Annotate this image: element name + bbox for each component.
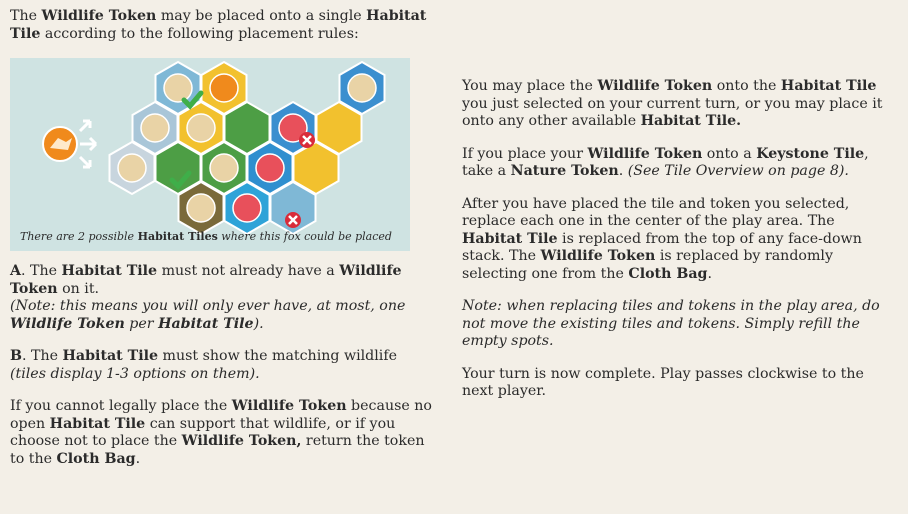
habitat-tile-term: Habitat Tile [462,230,558,247]
rule-a: A. The Habitat Tile must not already hav… [10,263,440,333]
refill-note: Note: when replacing tiles and tokens in… [462,298,880,349]
hawk-icon [347,73,377,103]
hex-tiles-illustration [42,60,386,236]
elk-icon [186,113,216,143]
keystone-tile-term: Keystone Tile [756,145,865,162]
nature-token-term: Nature Token [510,163,619,179]
intro-paragraph: The Wildlife Token may be placed onto a … [10,8,440,43]
rule-text: must not already have a [157,263,340,279]
para-text: onto the [712,78,781,94]
cannot-place-paragraph: If you cannot legally place the Wildlife… [10,398,440,468]
cloth-bag-term: Cloth Bag [628,265,708,282]
para-text: If you cannot legally place the [10,398,232,414]
note-text: ). [253,315,264,332]
note-text: (Note: this means you will only ever hav… [10,298,406,314]
right-paragraph-2: If you place your Wildlife Token onto a … [462,146,897,181]
fox-token-icon [209,73,239,103]
rule-text: . The [21,263,62,279]
intro-text: may be placed onto a single [156,8,367,24]
salmon-icon [232,193,262,223]
habitat-tile-term: Habitat Tile. [640,113,742,129]
note-bold: Habitat Tile [158,315,254,332]
intro-text: The [10,8,42,24]
figure-caption: There are 2 possible Habitat Tiles where… [20,228,392,246]
para-text: . [618,163,628,179]
wildlife-token-term: Wildlife Token [587,145,703,162]
intro-text: according to the following placement rul… [40,25,359,42]
para-text: onto a [702,145,757,162]
elk-icon [117,153,147,183]
right-paragraph-3: After you have placed the tile and token… [462,196,897,284]
elk-icon [140,113,170,143]
right-paragraph-1: You may place the Wildlife Token onto th… [462,78,897,131]
note-text: per [124,315,159,332]
salmon-icon [255,153,285,183]
wildlife-token-term: Wildlife Token, [181,433,302,449]
rule-letter: A [10,263,22,279]
wildlife-token-term: Wildlife Token [540,248,656,264]
habitat-tile-term: Habitat Tile [780,78,877,94]
rule-b-note: (tiles display 1-3 options on them). [10,365,260,382]
habitat-tile-term: Habitat Tile [62,348,159,364]
bear-icon [186,193,216,223]
rule-text: must show the matching wildlife [158,348,397,364]
right-column: You may place the Wildlife Token onto th… [462,78,897,416]
rule-a-note: (Note: this means you will only ever hav… [10,298,405,332]
elk-icon [163,73,193,103]
caption-text: There are 2 possible [20,229,138,243]
page-reference-note: (See Tile Overview on page 8). [627,163,849,179]
para-text: If you place your [462,145,588,162]
rule-text: . The [22,348,63,364]
para-text: You may place the [462,78,598,94]
rule-letter: B [10,348,22,364]
para-text: . [707,265,712,282]
para-text: . [135,450,141,467]
caption-bold: Habitat Tiles [137,229,218,243]
rule-b: B. The Habitat Tile must show the matchi… [10,348,440,383]
habitat-tile-term: Habitat Tile [49,415,146,432]
note-bold: Wildlife Token [10,315,125,332]
turn-complete-text: Your turn is now complete. Play passes c… [462,365,864,400]
wildlife-token-term: Wildlife Token [41,8,157,24]
left-column: The Wildlife Token may be placed onto a … [10,8,440,483]
wildlife-token-term: Wildlife Token [597,78,713,94]
rule-text: on it. [57,280,100,297]
caption-text: where this fox could be placed [217,229,392,243]
cloth-bag-term: Cloth Bag [56,450,136,467]
habitat-tile-term: Habitat Tile [61,263,158,279]
right-paragraph-5: Your turn is now complete. Play passes c… [462,366,897,401]
elk-icon [209,153,239,183]
fox-token-icon [42,126,78,162]
arrow-icon [78,119,98,169]
para-text: After you have placed the tile and token… [462,195,850,230]
placement-illustration: There are 2 possible Habitat Tiles where… [10,58,410,251]
right-paragraph-4: Note: when replacing tiles and tokens in… [462,298,897,351]
wildlife-token-term: Wildlife Token [231,398,347,414]
